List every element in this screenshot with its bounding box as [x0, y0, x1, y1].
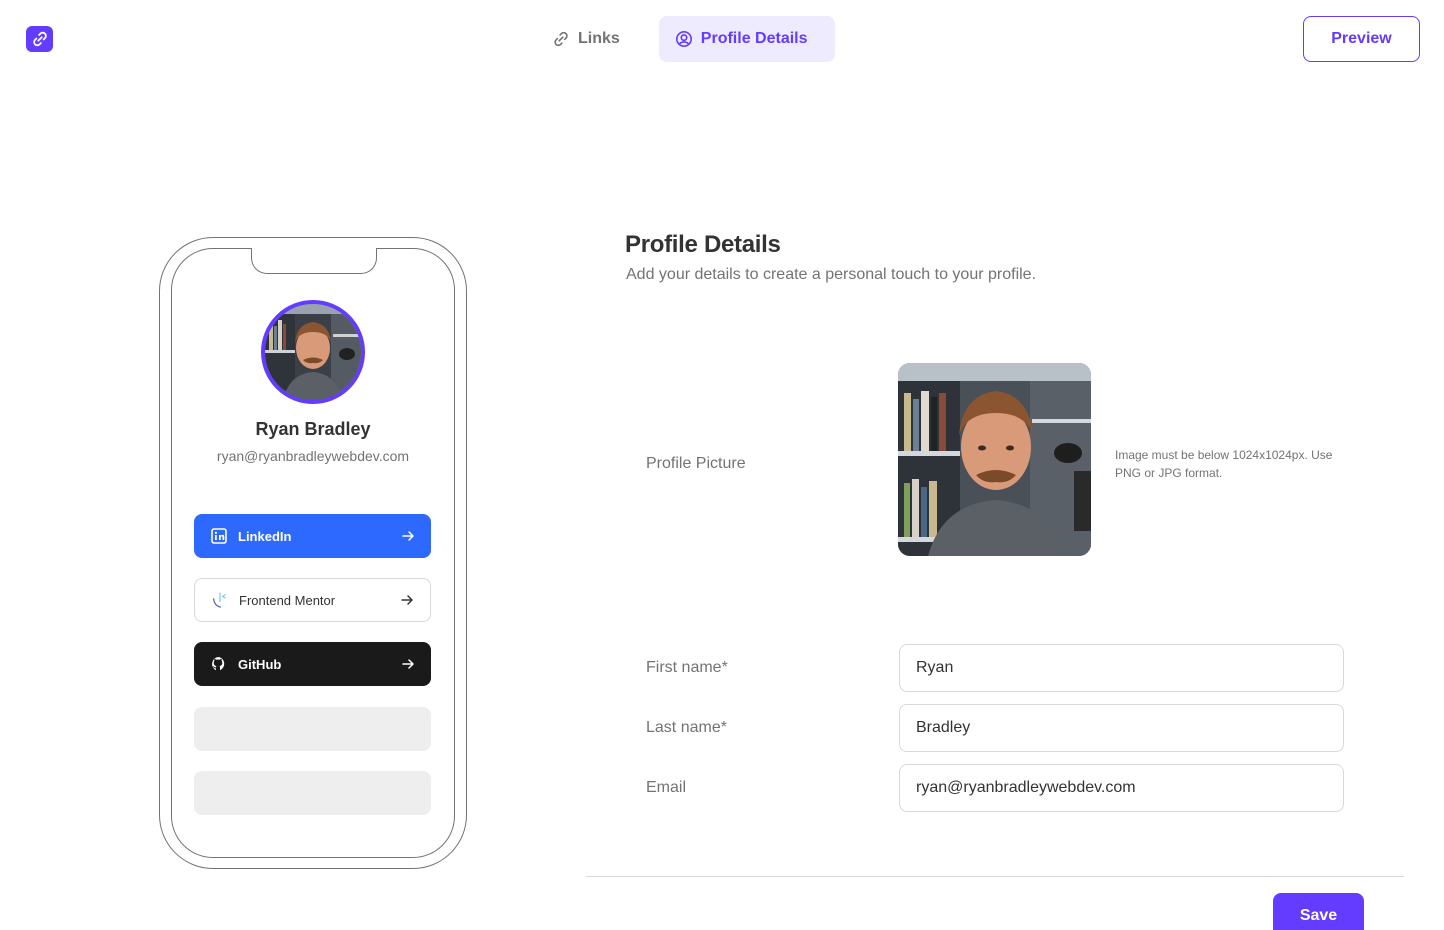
- preview-name: Ryan Bradley: [255, 419, 371, 439]
- page-title: Profile Details: [625, 231, 781, 258]
- link-placeholder: [194, 771, 431, 815]
- main-nav: Links Profile Details: [536, 16, 835, 62]
- tab-links[interactable]: Links: [536, 16, 647, 62]
- profile-photo: [898, 363, 1091, 556]
- arrow-right-icon: [402, 531, 414, 541]
- github-icon: [210, 655, 228, 673]
- profile-picture-label: Profile Picture: [646, 455, 746, 472]
- tab-profile-details[interactable]: Profile Details: [658, 16, 835, 62]
- link-placeholder: [194, 707, 431, 751]
- linkedin-icon: [210, 527, 228, 545]
- first-name-field[interactable]: [899, 644, 1344, 692]
- preview-link-label: LinkedIn: [238, 528, 292, 544]
- preview-link-label: Frontend Mentor: [239, 592, 336, 608]
- tab-profile-details-label: Profile Details: [700, 30, 808, 47]
- page-subtitle: Add your details to create a personal to…: [626, 266, 1037, 283]
- phone-notch: [251, 247, 377, 274]
- preview-button[interactable]: Preview: [1303, 16, 1420, 62]
- preview-avatar: [261, 300, 365, 404]
- preview-link-label: GitHub: [238, 656, 282, 672]
- profile-picture-note: Image must be below 1024x1024px. Use PNG…: [1115, 448, 1333, 480]
- profile-picture-upload[interactable]: [898, 363, 1091, 556]
- email-field[interactable]: [899, 764, 1344, 812]
- last-name-field[interactable]: [899, 704, 1344, 752]
- avatar-photo: [265, 304, 361, 400]
- preview-link-github[interactable]: GitHub: [194, 642, 431, 686]
- arrow-right-icon: [402, 659, 414, 669]
- email-label: Email: [646, 779, 687, 796]
- app-logo[interactable]: [26, 26, 53, 52]
- tab-links-label: Links: [578, 30, 620, 47]
- link-icon: [554, 31, 568, 47]
- first-name-label: First name*: [646, 659, 728, 676]
- preview-email: ryan@ryanbradleywebdev.com: [216, 448, 410, 464]
- preview-link-frontend-mentor[interactable]: Frontend Mentor: [194, 578, 431, 622]
- arrow-right-icon: [401, 595, 413, 605]
- footer-divider: [586, 876, 1404, 877]
- user-circle-icon: [675, 30, 692, 48]
- save-button[interactable]: Save: [1273, 893, 1364, 930]
- last-name-label: Last name*: [646, 719, 727, 736]
- link-logo-icon: [32, 31, 47, 47]
- frontend-mentor-icon: [211, 591, 229, 609]
- preview-link-linkedin[interactable]: LinkedIn: [194, 514, 431, 558]
